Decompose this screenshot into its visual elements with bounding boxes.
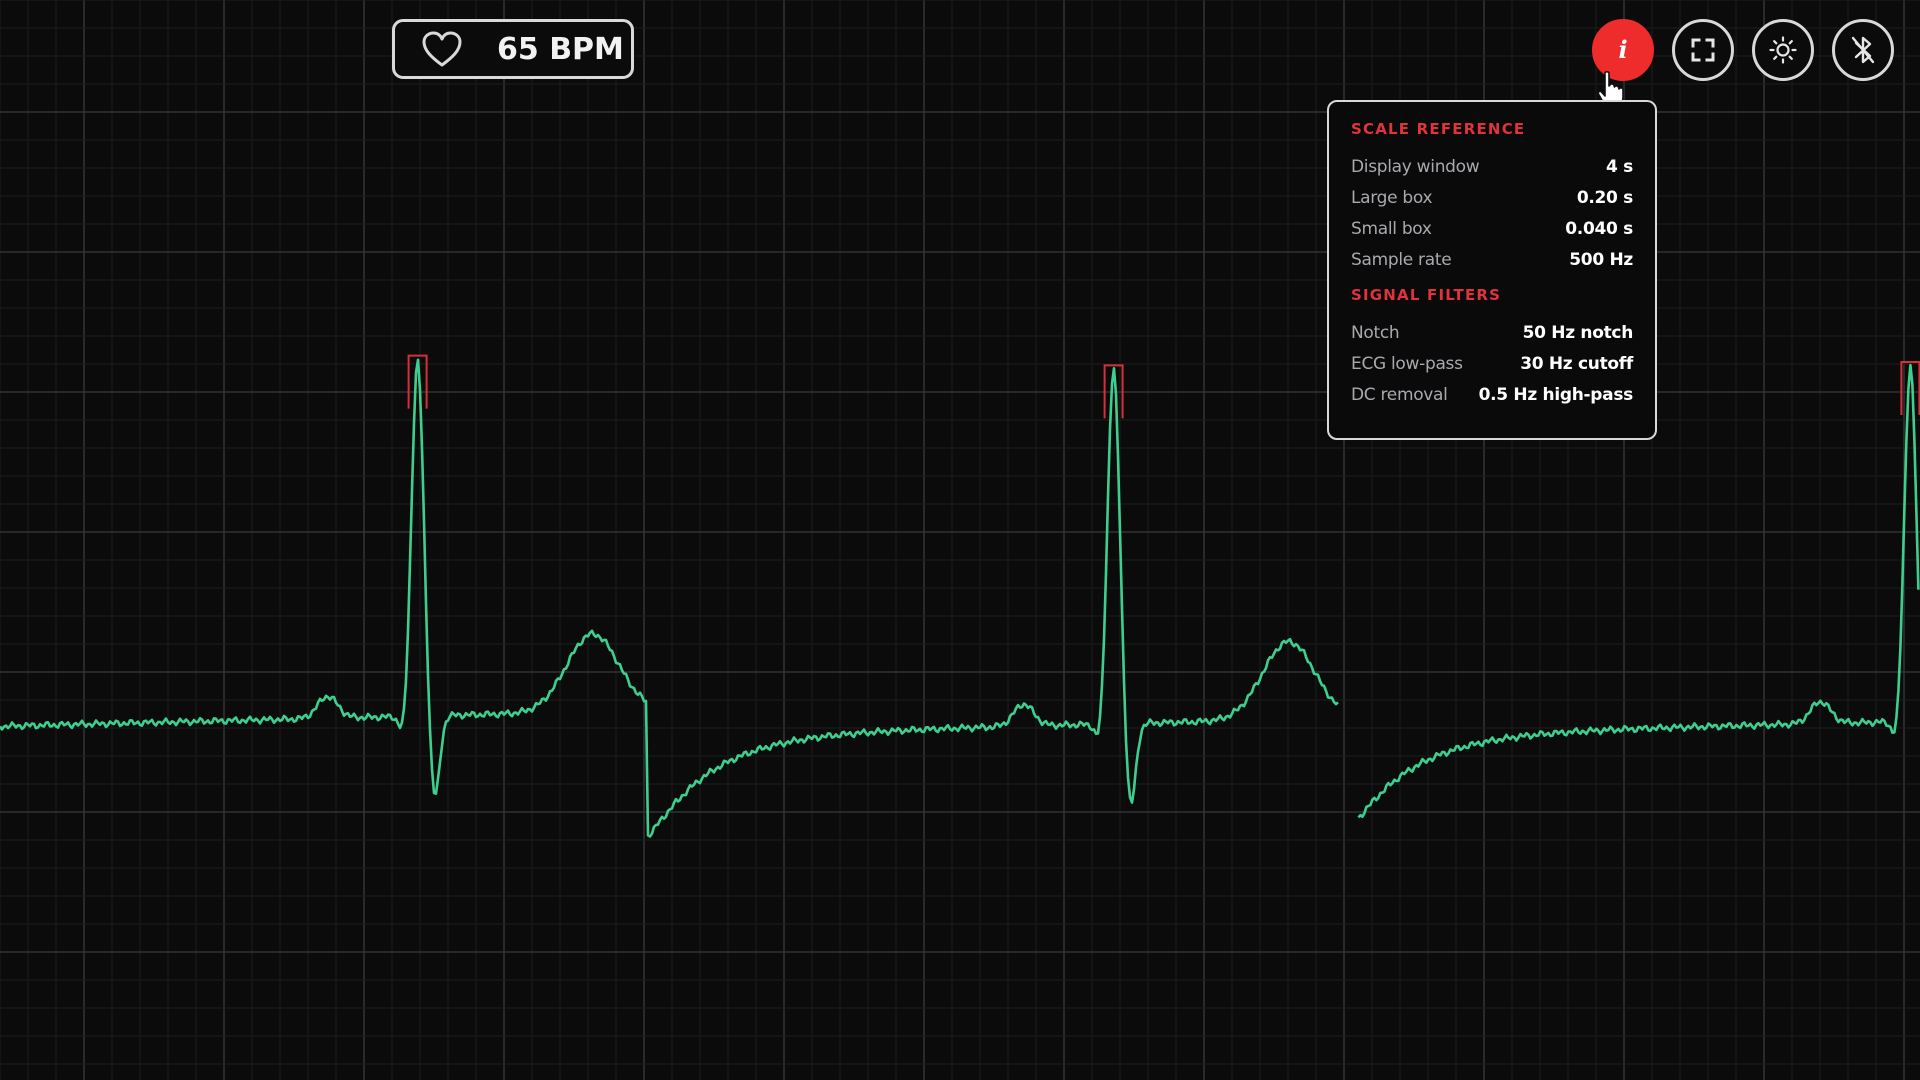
ecg-monitor-screen: 65 BPM i SCALE REFERENCE Display window … — [0, 0, 1920, 1080]
bluetooth-off-button[interactable] — [1832, 19, 1894, 81]
fullscreen-button[interactable] — [1672, 19, 1734, 81]
scale-row-large-box: Large box 0.20 s — [1351, 182, 1633, 213]
row-value: 4 s — [1606, 156, 1633, 177]
sun-icon — [1769, 36, 1797, 64]
row-value: 50 Hz notch — [1522, 322, 1634, 343]
heart-icon — [422, 31, 462, 67]
info-icon: i — [1618, 35, 1628, 64]
row-label: Display window — [1351, 156, 1480, 177]
filter-row-notch: Notch 50 Hz notch — [1351, 317, 1633, 348]
bluetooth-off-icon — [1851, 36, 1875, 64]
scale-row-small-box: Small box 0.040 s — [1351, 213, 1633, 244]
row-label: Sample rate — [1351, 249, 1452, 270]
ecg-trace-segment — [0, 358, 1339, 838]
row-label: Small box — [1351, 218, 1432, 239]
row-value: 0.040 s — [1565, 218, 1633, 239]
r-peak-markers — [407, 354, 1920, 419]
bpm-value: 65 BPM — [497, 31, 624, 67]
row-value: 30 Hz cutoff — [1520, 353, 1633, 374]
filter-row-dc-removal: DC removal 0.5 Hz high-pass — [1351, 379, 1633, 410]
brightness-button[interactable] — [1752, 19, 1814, 81]
scale-row-sample-rate: Sample rate 500 Hz — [1351, 244, 1633, 275]
row-label: DC removal — [1351, 384, 1448, 405]
row-label: ECG low-pass — [1351, 353, 1463, 374]
row-value: 0.5 Hz high-pass — [1478, 384, 1634, 405]
signal-filters-title: SIGNAL FILTERS — [1351, 286, 1502, 304]
fullscreen-icon — [1691, 38, 1715, 62]
scale-row-display-window: Display window 4 s — [1351, 151, 1633, 182]
filter-row-ecg-low-pass: ECG low-pass 30 Hz cutoff — [1351, 348, 1633, 379]
row-label: Large box — [1351, 187, 1433, 208]
scale-reference-title: SCALE REFERENCE — [1351, 120, 1526, 138]
row-label: Notch — [1351, 322, 1400, 343]
row-value: 500 Hz — [1569, 249, 1633, 270]
scale-reference-panel: SCALE REFERENCE Display window 4 s Large… — [1327, 100, 1657, 440]
row-value: 0.20 s — [1576, 187, 1633, 208]
heart-rate-display: 65 BPM — [392, 19, 634, 79]
